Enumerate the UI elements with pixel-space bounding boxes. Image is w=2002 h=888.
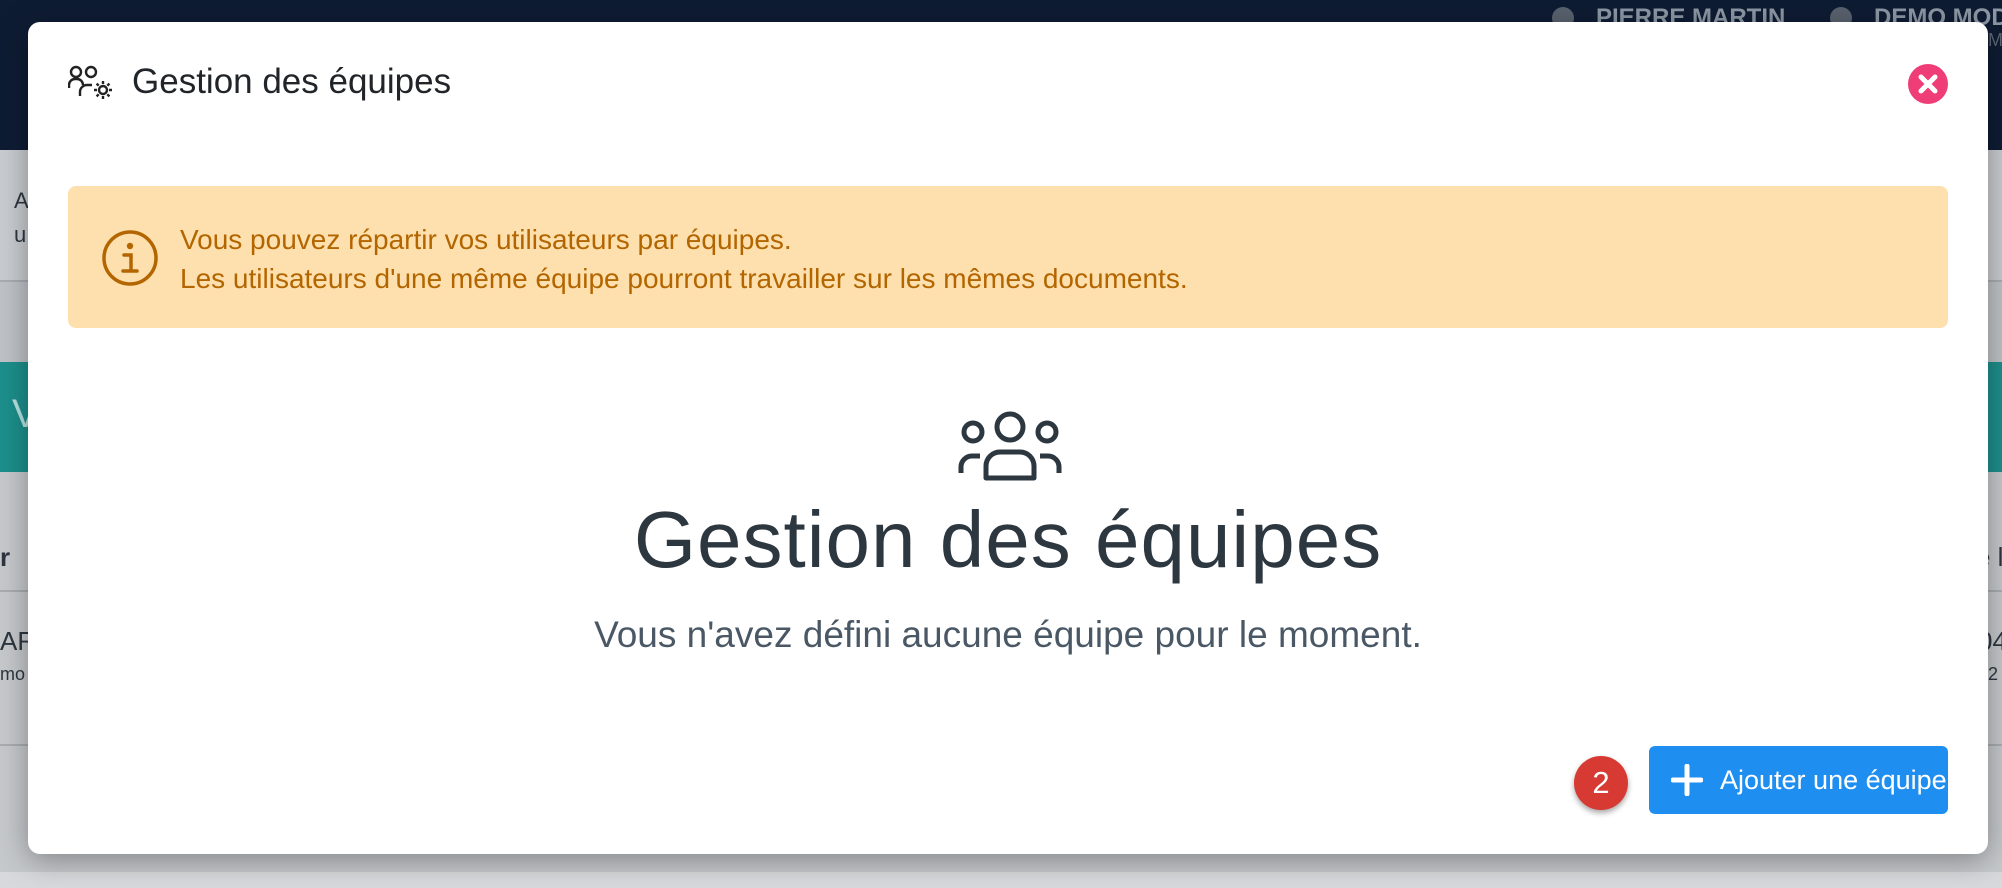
users-gear-icon xyxy=(68,65,112,99)
info-alert: Vous pouvez répartir vos utilisateurs pa… xyxy=(68,186,1948,328)
table-cell-fragment: mo xyxy=(0,664,26,684)
close-icon xyxy=(1918,74,1938,94)
panel-text-fragment: u xyxy=(14,222,27,247)
add-team-button-label: Ajouter une équipe xyxy=(1720,765,1947,795)
plus-icon xyxy=(1671,764,1703,796)
step-badge: 2 xyxy=(1574,756,1628,810)
panel-text-fragment: A xyxy=(14,188,29,213)
alert-message: Vous pouvez répartir vos utilisateurs pa… xyxy=(180,220,1188,298)
alert-line: Vous pouvez répartir vos utilisateurs pa… xyxy=(180,224,792,255)
topbar-account-sub: M xyxy=(1988,30,2002,50)
modal-title: Gestion des équipes xyxy=(132,62,452,101)
app-footer-strip xyxy=(0,872,2002,888)
column-header-fragment: r xyxy=(0,542,11,572)
modal-header: Gestion des équipes xyxy=(28,22,1988,142)
empty-state-title: Gestion des équipes xyxy=(633,495,1383,584)
empty-state-subtitle: Vous n'avez défini aucune équipe pour le… xyxy=(594,614,1422,655)
team-management-modal: Gestion des équipes Vous pouvez répartir… xyxy=(28,22,1988,854)
alert-line: Les utilisateurs d'une même équipe pourr… xyxy=(180,263,1188,294)
users-group-icon xyxy=(958,411,1062,481)
info-circle-icon xyxy=(102,230,158,286)
add-team-button[interactable]: Ajouter une équipe xyxy=(1649,746,1948,814)
close-button[interactable] xyxy=(1908,64,1948,104)
